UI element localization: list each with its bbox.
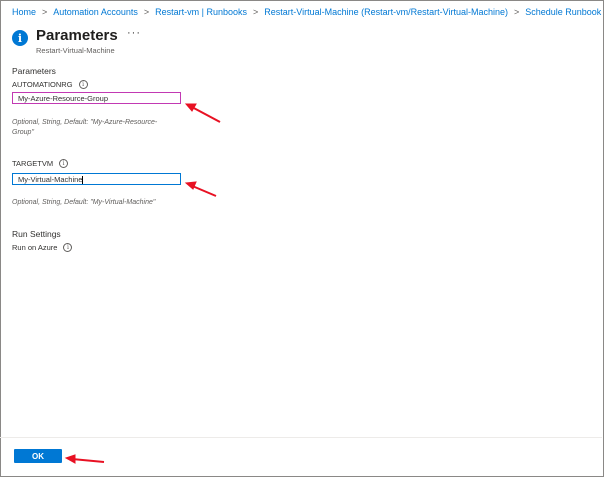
annotation-arrows (64, 103, 221, 464)
red-arrow-icon (184, 181, 217, 197)
red-arrow-icon (184, 103, 221, 123)
red-arrow-icon (64, 454, 105, 464)
